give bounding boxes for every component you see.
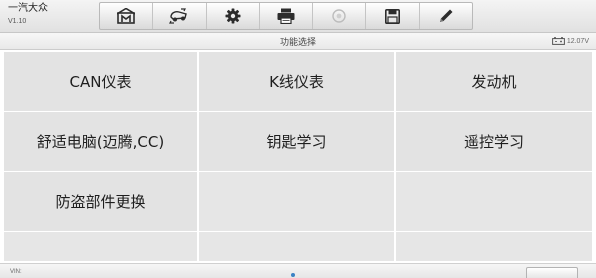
app-version: V1.10 xyxy=(8,18,27,25)
vehicle-swap-button[interactable] xyxy=(153,3,207,29)
pen-icon xyxy=(439,9,453,22)
footer-button[interactable] xyxy=(526,267,578,278)
settings-button[interactable] xyxy=(207,3,260,29)
page-title: 功能选择 xyxy=(279,38,316,48)
empty-cell xyxy=(4,232,197,261)
status-footer: VIN: xyxy=(0,263,596,278)
status-indicator xyxy=(291,273,295,277)
empty-cell xyxy=(199,232,394,261)
save-button[interactable] xyxy=(366,3,420,29)
help-button[interactable] xyxy=(313,3,367,29)
battery-icon xyxy=(551,37,565,45)
empty-cell xyxy=(396,172,592,231)
gear-icon xyxy=(225,8,241,24)
menu-item-engine[interactable]: 发动机 xyxy=(396,52,592,111)
empty-cell xyxy=(199,172,394,231)
menu-item-comfort-module[interactable]: 舒适电脑(迈腾,CC) xyxy=(4,112,197,171)
brand: 一汽大众 V1.10 xyxy=(8,3,48,26)
battery-voltage: 12.07V xyxy=(566,37,589,45)
toolbar xyxy=(99,2,473,30)
menu-item-immobilizer-replacement[interactable]: 防盗部件更换 xyxy=(4,172,197,231)
function-grid: CAN仪表 K线仪表 发动机 舒适电脑(迈腾,CC) 钥匙学习 遥控学习 防盗部… xyxy=(4,52,592,262)
home-button[interactable] xyxy=(100,3,154,29)
help-icon xyxy=(332,9,346,23)
car-swap-icon xyxy=(169,8,188,24)
vin-label: VIN: xyxy=(10,269,22,275)
edit-button[interactable] xyxy=(420,3,472,29)
brand-name: 一汽大众 xyxy=(8,3,48,14)
menu-item-key-learning[interactable]: 钥匙学习 xyxy=(199,112,394,171)
print-button[interactable] xyxy=(260,3,314,29)
save-icon xyxy=(385,8,401,24)
title-bar: 功能选择 12.07V xyxy=(0,33,596,50)
empty-cell xyxy=(396,232,592,261)
menu-item-remote-learning[interactable]: 遥控学习 xyxy=(396,112,592,171)
menu-item-k-line-cluster[interactable]: K线仪表 xyxy=(199,52,394,111)
printer-icon xyxy=(277,8,295,24)
battery-status: 12.07V xyxy=(551,37,589,45)
top-bar: 一汽大众 V1.10 xyxy=(0,0,596,33)
menu-item-can-cluster[interactable]: CAN仪表 xyxy=(4,52,197,111)
home-icon xyxy=(117,8,136,24)
